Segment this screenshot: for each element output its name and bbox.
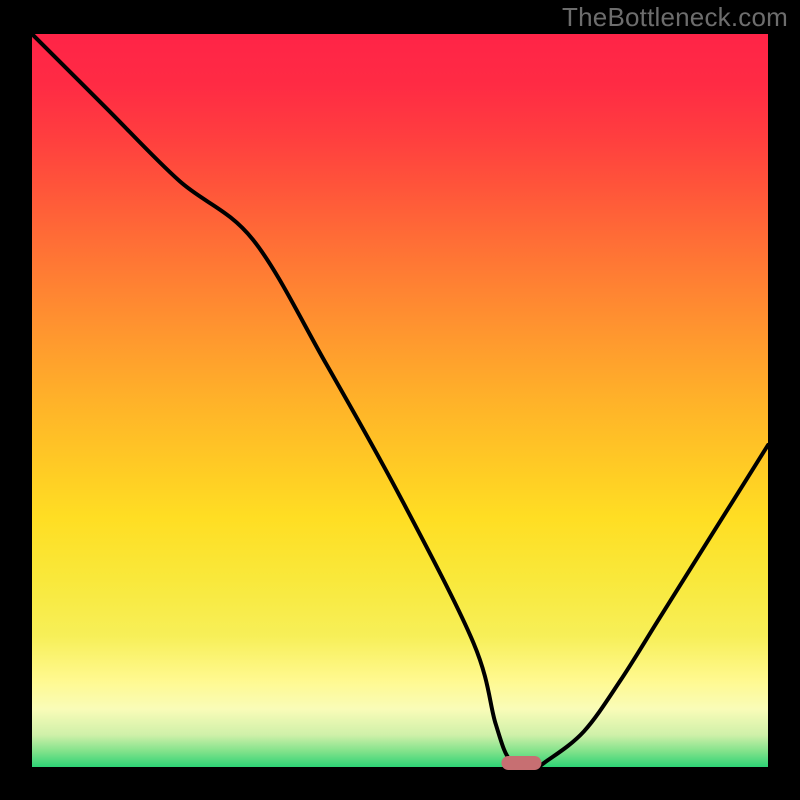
chart-stage: TheBottleneck.com — [0, 0, 800, 800]
optimal-marker — [501, 756, 541, 770]
bottleneck-chart — [0, 0, 800, 800]
axis-baseline — [32, 767, 768, 769]
